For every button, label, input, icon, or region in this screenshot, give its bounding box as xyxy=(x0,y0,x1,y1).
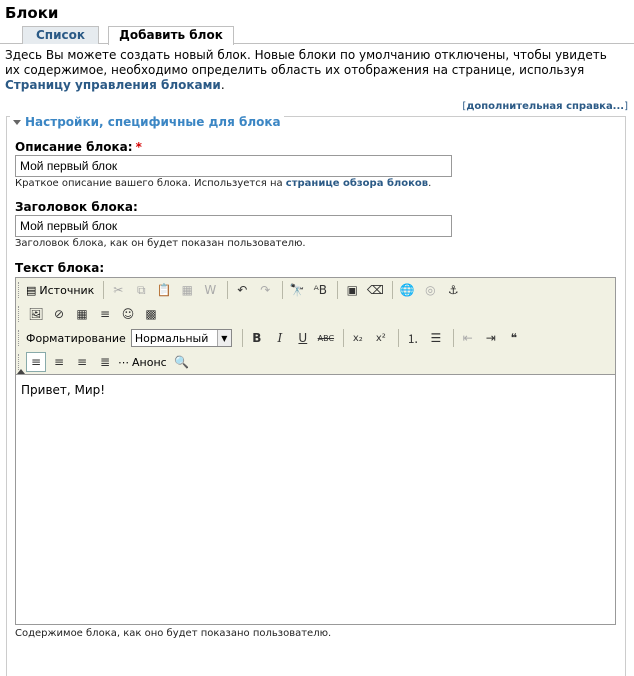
required-marker: * xyxy=(135,140,142,154)
unlink-icon[interactable]: ◎ xyxy=(420,280,440,300)
format-label: Форматирование xyxy=(26,331,126,345)
fieldset-legend-text: Настройки, специфичные для блока xyxy=(25,115,281,129)
title-help: Заголовок блока, как он будет показан по… xyxy=(15,238,306,249)
tab-add-block[interactable]: Добавить блок xyxy=(108,26,234,45)
description-label: Описание блока: * xyxy=(15,140,142,154)
description-help: Краткое описание вашего блока. Используе… xyxy=(15,178,431,189)
more-help: [дополнительная справка...] xyxy=(462,101,628,112)
flash-icon[interactable]: ⊘ xyxy=(49,304,69,324)
separator xyxy=(241,329,243,347)
block-overview-link[interactable]: странице обзора блоков xyxy=(286,178,428,189)
chevron-down-icon: ▼ xyxy=(216,330,231,346)
tab-list[interactable]: Список xyxy=(22,26,99,44)
bold-icon[interactable]: B xyxy=(247,328,267,348)
remove-format-icon[interactable]: ⌫ xyxy=(365,280,385,300)
underline-icon[interactable]: U xyxy=(293,328,313,348)
description-label-text: Описание блока: xyxy=(15,140,133,154)
separator xyxy=(342,329,344,347)
anchor-icon[interactable]: ⚓ xyxy=(443,280,463,300)
preview-icon[interactable]: 🔍 xyxy=(172,352,192,372)
outdent-icon[interactable]: ⇤ xyxy=(458,328,478,348)
align-right-icon[interactable]: ≡ xyxy=(72,352,92,372)
editor-content-area[interactable]: Привет, Мир! xyxy=(16,374,615,624)
toolbar-grip xyxy=(18,354,22,370)
separator xyxy=(282,281,284,299)
description-help-text: Краткое описание вашего блока. Используе… xyxy=(15,178,286,189)
copy-icon[interactable]: ⧉ xyxy=(131,280,151,300)
image-icon[interactable]: 🖼 xyxy=(26,304,46,324)
subscript-icon[interactable]: x₂ xyxy=(348,328,368,348)
source-label: Источник xyxy=(39,283,95,297)
fieldset-legend[interactable]: Настройки, специфичные для блока xyxy=(10,115,284,129)
separator xyxy=(452,329,454,347)
horizontal-rule-icon[interactable]: ≡ xyxy=(95,304,115,324)
paste-text-icon[interactable]: ▦ xyxy=(177,280,197,300)
bulleted-list-icon[interactable]: ☰ xyxy=(426,328,446,348)
toolbar-grip xyxy=(18,282,22,298)
teaser-button[interactable]: ⋯ Анонс xyxy=(118,356,167,369)
block-admin-link[interactable]: Страницу управления блоками xyxy=(5,78,221,92)
collapse-triangle-icon xyxy=(13,119,21,125)
teaser-break-icon: ⋯ xyxy=(118,355,129,369)
editor-content-text: Привет, Мир! xyxy=(21,383,106,397)
toolbar-grip xyxy=(18,306,22,322)
align-justify-icon[interactable]: ≣ xyxy=(95,352,115,372)
teaser-label: Анонс xyxy=(132,355,167,369)
format-select-value: Нормальный xyxy=(134,331,209,345)
format-select[interactable]: Нормальный ▼ xyxy=(130,329,232,347)
cut-icon[interactable]: ✂ xyxy=(108,280,128,300)
toolbar-row-1: ▤ Источник ✂ ⧉ 📋 ▦ W ↶ ↷ 🔭 ᴬB ▣ ⌫ 🌐 ◎ ⚓ xyxy=(18,279,466,301)
separator xyxy=(337,281,339,299)
separator xyxy=(103,281,105,299)
page-title: Блоки xyxy=(5,4,59,22)
smiley-icon[interactable]: ☺ xyxy=(118,304,138,324)
separator xyxy=(397,329,399,347)
toolbar-row-2: 🖼 ⊘ ▦ ≡ ☺ ▩ xyxy=(18,303,164,325)
toolbar-row-3: Форматирование Нормальный ▼ B I U ABC x₂… xyxy=(18,327,527,349)
paste-icon[interactable]: 📋 xyxy=(154,280,174,300)
italic-icon[interactable]: I xyxy=(270,328,290,348)
help-bracket-close: ] xyxy=(624,101,628,112)
source-button[interactable]: ▤ Источник xyxy=(26,284,94,297)
intro-text: Здесь Вы можете создать новый блок. Новы… xyxy=(5,48,625,93)
superscript-icon[interactable]: x² xyxy=(371,328,391,348)
numbered-list-icon[interactable]: ⒈ xyxy=(403,328,423,348)
select-all-icon[interactable]: ▣ xyxy=(342,280,362,300)
source-icon: ▤ xyxy=(26,283,37,297)
separator xyxy=(227,281,229,299)
body-help: Содержимое блока, как оно будет показано… xyxy=(15,628,332,639)
paste-word-icon[interactable]: W xyxy=(200,280,220,300)
blockquote-icon[interactable]: ❝ xyxy=(504,328,524,348)
align-center-icon[interactable]: ≡ xyxy=(49,352,69,372)
toolbar-row-4: ≡ ≡ ≡ ≣ ⋯ Анонс 🔍 xyxy=(18,351,195,373)
special-char-icon[interactable]: ▩ xyxy=(141,304,161,324)
strikethrough-icon[interactable]: ABC xyxy=(316,328,336,348)
body-label: Текст блока: xyxy=(15,261,105,275)
description-help-end: . xyxy=(428,178,432,189)
more-help-link[interactable]: дополнительная справка... xyxy=(466,101,624,112)
table-icon[interactable]: ▦ xyxy=(72,304,92,324)
link-icon[interactable]: 🌐 xyxy=(397,280,417,300)
indent-icon[interactable]: ⇥ xyxy=(481,328,501,348)
toolbar-grip xyxy=(18,330,22,346)
title-input[interactable] xyxy=(15,215,452,237)
intro-body: Здесь Вы можете создать новый блок. Новы… xyxy=(5,48,607,77)
undo-icon[interactable]: ↶ xyxy=(232,280,252,300)
intro-end: . xyxy=(220,78,225,92)
separator xyxy=(392,281,394,299)
redo-icon[interactable]: ↷ xyxy=(255,280,275,300)
replace-icon[interactable]: ᴬB xyxy=(310,280,330,300)
align-left-icon[interactable]: ≡ xyxy=(26,352,46,372)
title-label: Заголовок блока: xyxy=(15,200,138,214)
find-icon[interactable]: 🔭 xyxy=(287,280,307,300)
tab-bar: Список Добавить блок xyxy=(0,26,634,45)
description-input[interactable] xyxy=(15,155,452,177)
